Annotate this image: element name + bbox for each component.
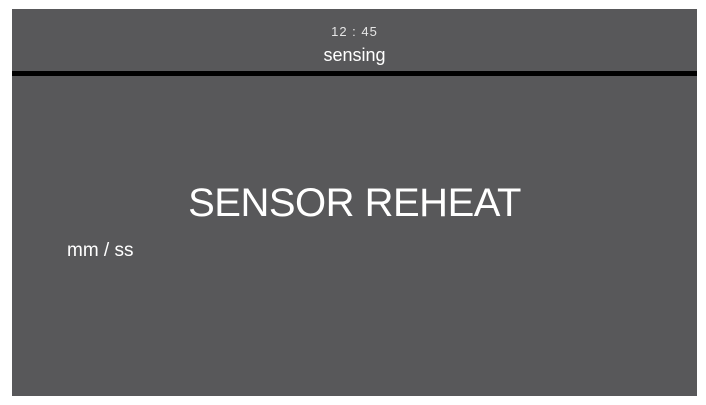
header-divider (12, 71, 697, 76)
status-bar: 12 : 45 sensing (12, 9, 697, 71)
mode-label: sensing (323, 45, 386, 65)
timer-unit-label: mm / ss (67, 240, 134, 261)
clock-readout: 12 : 45 (331, 24, 378, 39)
display-screen: 12 : 45 sensing SENSOR REHEAT mm / ss (12, 9, 697, 396)
status-message: SENSOR REHEAT (188, 181, 521, 225)
